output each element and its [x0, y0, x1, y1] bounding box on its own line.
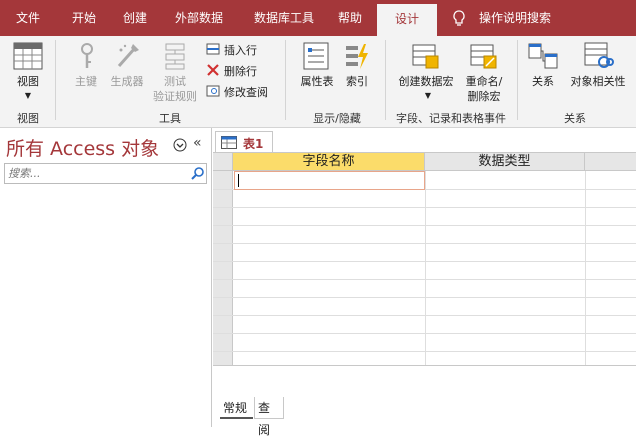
tab-help[interactable]: 帮助 — [330, 0, 370, 36]
field-name-cell-active[interactable] — [234, 171, 425, 190]
tab-file[interactable]: 文件 — [6, 0, 50, 36]
test-button-line1[interactable]: 测试 — [152, 74, 198, 89]
insert-row-icon — [206, 43, 220, 55]
chevron-down-icon[interactable]: ▼ — [20, 88, 36, 103]
lightbulb-icon[interactable] — [452, 10, 466, 28]
tab-create[interactable]: 创建 — [113, 0, 157, 36]
chevron-down-icon[interactable]: ▼ — [420, 88, 436, 103]
object-dependencies-button[interactable]: 对象相关性 — [562, 74, 634, 89]
create-data-macro-button[interactable]: 创建数据宏 — [394, 74, 458, 89]
search-icon[interactable] — [191, 166, 205, 180]
column-header-data-type[interactable]: 数据类型 — [425, 153, 585, 171]
indexes-button[interactable]: 索引 — [340, 74, 374, 89]
test-button-line2[interactable]: 验证规则 — [148, 89, 202, 104]
separator — [517, 40, 518, 120]
grid-row-line — [213, 333, 636, 334]
nav-pane-title[interactable]: 所有 Access 对象 — [6, 134, 159, 161]
builder-button[interactable]: 生成器 — [106, 74, 148, 89]
modify-lookup-icon — [206, 85, 220, 97]
group-label-tools: 工具 — [159, 112, 181, 125]
insert-row-button[interactable]: 插入行 — [224, 42, 257, 58]
grid-row-line — [213, 225, 636, 226]
column-divider — [425, 171, 426, 366]
primary-key-button[interactable]: 主键 — [68, 74, 104, 89]
document-tab-label: 表1 — [243, 137, 264, 151]
grid-row-line — [213, 261, 636, 262]
property-sheet-button[interactable]: 属性表 — [295, 74, 339, 89]
relationships-button[interactable]: 关系 — [526, 74, 560, 89]
create-data-macro-icon — [412, 42, 440, 70]
rename-macro-button-line2[interactable]: 删除宏 — [460, 89, 508, 104]
ribbon-tab-bar: 文件 开始 创建 外部数据 数据库工具 帮助 设计 操作说明搜索 — [0, 0, 636, 36]
separator — [55, 40, 56, 120]
view-button[interactable]: 视图 — [10, 74, 46, 89]
tab-external-data[interactable]: 外部数据 — [166, 0, 232, 36]
tell-me-search[interactable]: 操作说明搜索 — [472, 0, 558, 36]
document-tab-table1[interactable]: 表1 — [215, 131, 273, 153]
grid-row-line — [213, 243, 636, 244]
ribbon: 视图 ▼ 视图 主键 生成器 测试 验证规则 插入行 删除行 修改查阅 工具 属… — [0, 36, 636, 128]
tab-home[interactable]: 开始 — [62, 0, 106, 36]
delete-row-icon — [206, 64, 220, 76]
rename-macro-button-line1[interactable]: 重命名/ — [460, 74, 508, 89]
group-label-showhide: 显示/隐藏 — [313, 112, 361, 125]
grid-row-line — [213, 207, 636, 208]
relationships-icon — [528, 42, 558, 70]
modify-lookup-button[interactable]: 修改查阅 — [224, 84, 268, 100]
group-label-view: 视图 — [17, 112, 39, 125]
grid-row-line — [213, 315, 636, 316]
nav-search-box[interactable] — [4, 163, 207, 184]
separator — [385, 40, 386, 120]
builder-icon — [113, 42, 141, 70]
property-sheet-icon — [303, 42, 329, 70]
select-all-corner[interactable] — [213, 153, 233, 171]
table-icon — [221, 136, 237, 149]
nav-search-input[interactable] — [5, 164, 189, 183]
grid-row-line — [213, 297, 636, 298]
grid-row-line — [213, 351, 636, 352]
collapse-pane-icon[interactable]: « — [193, 135, 202, 151]
column-header-description[interactable] — [585, 153, 636, 171]
row-selector-column[interactable] — [213, 153, 233, 366]
indexes-icon — [344, 42, 370, 70]
group-label-field-events: 字段、记录和表格事件 — [396, 112, 506, 125]
rename-delete-macro-icon — [470, 42, 498, 70]
view-icon[interactable] — [13, 42, 43, 70]
group-label-relationships: 关系 — [564, 112, 586, 125]
separator — [285, 40, 286, 120]
tab-lookup[interactable]: 查阅 — [254, 397, 284, 437]
delete-row-button[interactable]: 删除行 — [224, 63, 257, 79]
tab-design[interactable]: 设计 — [377, 4, 437, 36]
text-cursor — [238, 174, 239, 187]
tab-general[interactable]: 常规 — [220, 397, 253, 419]
nav-menu-chevron-icon[interactable] — [173, 138, 187, 152]
column-header-field-name[interactable]: 字段名称 — [233, 153, 425, 171]
grid-bottom-border — [213, 365, 636, 366]
object-dependencies-icon — [584, 42, 614, 70]
key-icon — [78, 42, 96, 70]
test-validation-icon — [162, 42, 188, 70]
grid-row-line — [213, 279, 636, 280]
column-divider — [585, 171, 586, 366]
table-design-grid[interactable]: 字段名称 数据类型 — [213, 153, 636, 366]
tab-database-tools[interactable]: 数据库工具 — [244, 0, 324, 36]
